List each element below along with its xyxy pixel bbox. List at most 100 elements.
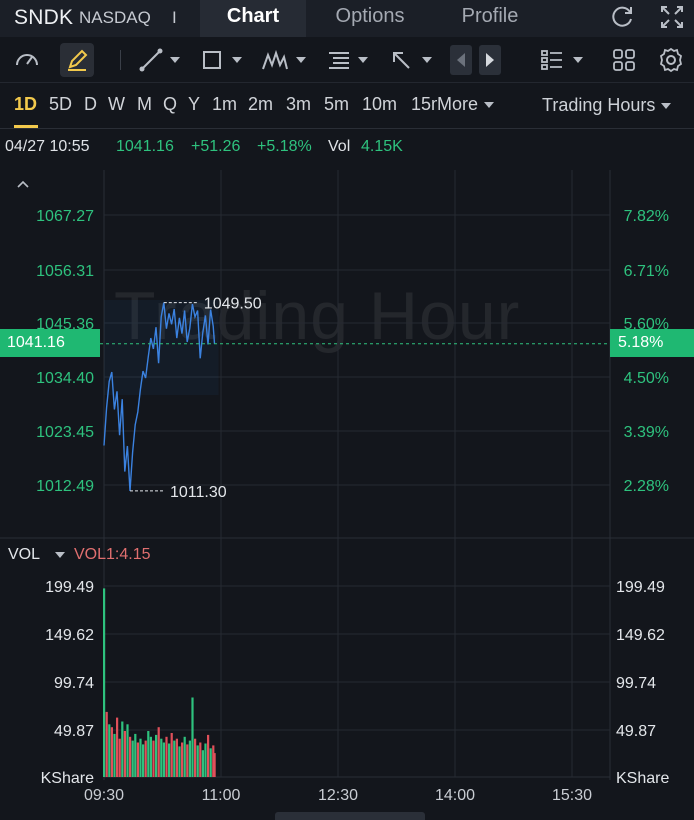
volume-bar xyxy=(207,734,210,777)
time-tick-label: 11:00 xyxy=(202,787,241,804)
period-15m[interactable]: 15m xyxy=(411,94,437,118)
volume-indicator-header[interactable]: VOL VOL1:4.15 xyxy=(8,546,151,564)
bottom-drag-handle[interactable] xyxy=(275,812,425,820)
period-2m[interactable]: 2m xyxy=(248,94,273,115)
period-w[interactable]: W xyxy=(108,94,125,115)
line-tool-icon[interactable] xyxy=(136,45,166,75)
volume-tick-label: 99.74 xyxy=(54,675,94,692)
volume-bar xyxy=(134,733,137,777)
expand-icon[interactable] xyxy=(658,3,686,31)
grid-icon[interactable] xyxy=(609,45,639,75)
volume-bar xyxy=(168,743,171,777)
volume-bar xyxy=(199,742,202,777)
volume-dropdown-icon[interactable] xyxy=(55,552,65,558)
volume-bar xyxy=(118,738,121,777)
volume-tick-label-right: 149.62 xyxy=(616,627,665,644)
pencil-button[interactable] xyxy=(60,43,94,77)
percent-tick-label: 7.82% xyxy=(624,208,669,225)
pencil-icon xyxy=(68,49,88,71)
period-q[interactable]: Q xyxy=(163,94,177,115)
current-pct-badge: 5.18% xyxy=(610,329,694,357)
rectangle-tool-icon[interactable] xyxy=(197,45,227,75)
period-5m[interactable]: 5m xyxy=(324,94,349,115)
volume-bar xyxy=(105,711,108,777)
volume-bar xyxy=(165,736,168,777)
chevron-down-icon xyxy=(484,102,495,109)
more-periods-button[interactable]: More xyxy=(437,94,495,115)
volume-bar xyxy=(213,753,216,777)
volume-tick-label: 149.62 xyxy=(45,627,94,644)
rectangle-tool-dropdown[interactable] xyxy=(232,57,242,63)
quote-datetime: 04/27 10:55 xyxy=(5,138,90,155)
volume-tick-label-right: 49.87 xyxy=(616,723,656,740)
volume-bar xyxy=(126,724,129,777)
layout-dropdown[interactable] xyxy=(573,57,583,63)
more-label: More xyxy=(437,94,479,114)
pattern-tool-icon[interactable] xyxy=(260,45,290,75)
layout-list-icon[interactable] xyxy=(538,45,568,75)
speedometer-icon[interactable] xyxy=(12,45,42,75)
volume-bar xyxy=(173,740,176,777)
trading-hours-select[interactable]: Trading Hours xyxy=(542,95,672,116)
quote-change: +51.26 xyxy=(191,138,241,155)
time-tick-label: 14:00 xyxy=(435,787,475,804)
volume-bar xyxy=(209,748,212,777)
quote-price: 1041.16 xyxy=(116,138,174,155)
volume-bar xyxy=(113,733,116,777)
volume-bar xyxy=(160,738,163,777)
period-10m[interactable]: 10m xyxy=(362,94,397,115)
volume-indicator-title: VOL xyxy=(8,546,41,563)
arrow-tool-dropdown[interactable] xyxy=(422,57,432,63)
price-tick-label: 1034.40 xyxy=(36,370,94,387)
percent-tick-label: 2.28% xyxy=(624,478,669,495)
volume-bar xyxy=(181,742,184,777)
fib-tool-dropdown[interactable] xyxy=(358,57,368,63)
line-tool-dropdown[interactable] xyxy=(170,57,180,63)
period-3m[interactable]: 3m xyxy=(286,94,311,115)
period-d[interactable]: D xyxy=(84,94,97,115)
price-tick-label: 1023.45 xyxy=(36,424,94,441)
percent-tick-label: 6.71% xyxy=(624,263,669,280)
tab-options[interactable]: Options xyxy=(306,0,434,37)
volume-bar xyxy=(188,740,191,777)
volume-bar xyxy=(121,721,124,777)
pattern-tool-dropdown[interactable] xyxy=(296,57,306,63)
price-tick-label: 1056.31 xyxy=(36,263,94,280)
prev-button[interactable] xyxy=(450,45,472,75)
volume-bar xyxy=(116,717,119,777)
quote-info-line: 04/27 10:55 1041.16 +51.26 +5.18% Vol 4.… xyxy=(0,138,694,160)
quote-change-pct: +5.18% xyxy=(257,138,312,155)
collapse-chevron-icon xyxy=(17,180,29,188)
period-y[interactable]: Y xyxy=(188,94,200,115)
period-1d[interactable]: 1D xyxy=(14,94,37,115)
tab-profile[interactable]: Profile xyxy=(434,0,546,37)
next-button[interactable] xyxy=(479,45,501,75)
volume-bar xyxy=(162,742,165,777)
high-marker-label: 1049.50 xyxy=(204,296,262,313)
price-chart[interactable]: 1067.27 7.82%1056.31 6.71%1045.36 5.60%1034… xyxy=(0,160,694,812)
period-5d[interactable]: 5D xyxy=(49,94,72,115)
volume-tick-label: 49.87 xyxy=(54,723,94,740)
volume-tick-label-right: 99.74 xyxy=(616,675,656,692)
next-icon xyxy=(486,53,494,67)
price-tick-label: 1067.27 xyxy=(36,208,94,225)
volume-bar xyxy=(175,738,178,777)
tab-chart[interactable]: Chart xyxy=(200,0,306,37)
refresh-icon[interactable] xyxy=(609,3,637,31)
volume-bar xyxy=(129,736,132,777)
percent-tick-label: 3.39% xyxy=(624,424,669,441)
volume-bar xyxy=(139,738,142,777)
volume-tick-label-right: 199.49 xyxy=(616,579,665,596)
period-m[interactable]: M xyxy=(137,94,152,115)
volume-bar xyxy=(108,724,111,777)
period-1m[interactable]: 1m xyxy=(212,94,237,115)
volume-bar xyxy=(183,736,186,777)
price-tick-label: 1012.49 xyxy=(36,478,94,495)
current-price-badge: 1041.16 xyxy=(0,329,100,357)
arrow-tool-icon[interactable] xyxy=(386,45,416,75)
period-selector: 1D 5D D W M Q Y 1m 2m 3m 5m 10m 15m More… xyxy=(0,83,694,129)
header-separator: I xyxy=(172,8,177,27)
settings-icon[interactable] xyxy=(656,45,686,75)
ticker-symbol: SNDK xyxy=(14,6,74,29)
fib-tool-icon[interactable] xyxy=(325,45,355,75)
